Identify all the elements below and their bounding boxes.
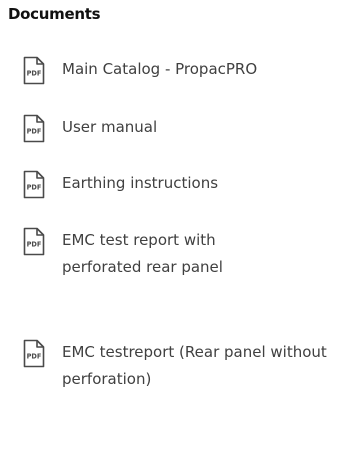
document-link[interactable]: Earthing instructions (62, 170, 322, 197)
svg-text:PDF: PDF (27, 70, 42, 78)
svg-text:PDF: PDF (27, 353, 42, 361)
document-item[interactable]: PDF Earthing instructions (23, 170, 322, 199)
svg-text:PDF: PDF (27, 241, 42, 249)
document-item[interactable]: PDF EMC testreport (Rear panel without p… (23, 339, 327, 393)
svg-text:PDF: PDF (27, 184, 42, 192)
document-link[interactable]: EMC test report with perforated rear pan… (62, 227, 262, 281)
pdf-file-icon: PDF (23, 227, 45, 256)
document-link[interactable]: EMC testreport (Rear panel without perfo… (62, 339, 327, 393)
document-item[interactable]: PDF User manual (23, 114, 322, 143)
pdf-file-icon: PDF (23, 114, 45, 143)
pdf-file-icon: PDF (23, 170, 45, 199)
document-link[interactable]: Main Catalog - PropacPRO (62, 56, 322, 83)
pdf-file-icon: PDF (23, 339, 45, 368)
pdf-file-icon: PDF (23, 56, 45, 85)
section-title: Documents (8, 5, 101, 23)
svg-text:PDF: PDF (27, 128, 42, 136)
document-item[interactable]: PDF EMC test report with perforated rear… (23, 227, 262, 281)
document-link[interactable]: User manual (62, 114, 322, 141)
document-item[interactable]: PDF Main Catalog - PropacPRO (23, 56, 322, 85)
